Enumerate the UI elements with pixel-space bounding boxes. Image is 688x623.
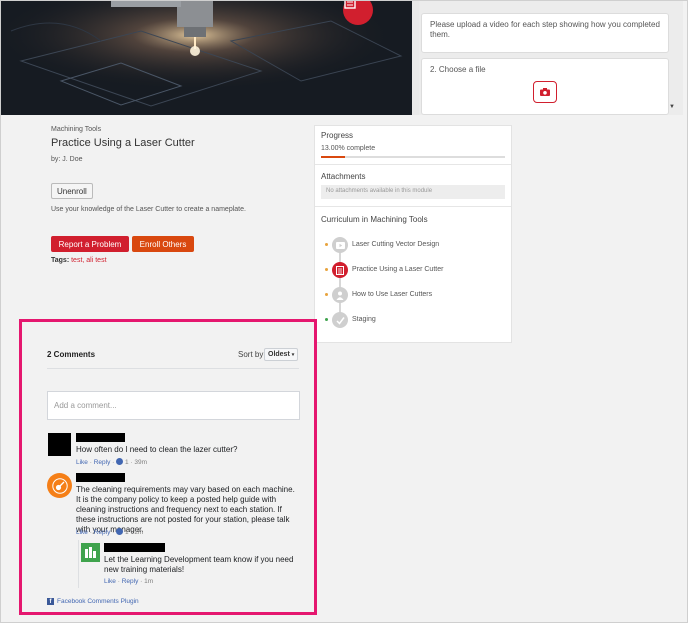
attachments-title: Attachments	[321, 172, 366, 181]
divider	[315, 206, 511, 207]
unenroll-button[interactable]: Unenroll	[51, 183, 93, 199]
reply-thread-line	[78, 540, 79, 588]
progress-text: 13.00% complete	[321, 145, 376, 152]
video-player[interactable]	[1, 1, 412, 115]
author-byline: by: J. Doe	[51, 156, 83, 163]
like-thumb-icon	[116, 458, 124, 465]
reply-link[interactable]: Reply	[122, 578, 139, 585]
report-problem-button[interactable]: Report a Problem	[51, 236, 129, 252]
chevron-down-icon: ▾	[291, 351, 295, 358]
status-dot	[325, 318, 328, 321]
progress-bar-fill	[321, 156, 345, 158]
avatar[interactable]	[81, 543, 100, 562]
tags-value[interactable]: test, ali test	[71, 257, 106, 264]
scroll-down-icon[interactable]: ▼	[669, 104, 675, 110]
module-sidebar: Progress 13.00% complete Attachments No …	[314, 125, 512, 343]
status-dot	[325, 268, 328, 271]
enroll-others-button[interactable]: Enroll Others	[132, 236, 194, 252]
status-dot	[325, 293, 328, 296]
like-link[interactable]: Like	[104, 578, 116, 585]
upload-instructions-text: Please upload a video for each step show…	[430, 20, 660, 39]
sort-value: Oldest	[268, 351, 290, 358]
like-link[interactable]: Like	[76, 529, 88, 536]
curriculum-item-label: Practice Using a Laser Cutter	[352, 266, 444, 273]
sort-label: Sort by	[238, 350, 264, 359]
reply-link[interactable]: Reply	[94, 529, 111, 536]
no-attachments-message: No attachments available in this module	[321, 185, 505, 199]
camera-upload-button[interactable]	[533, 81, 557, 103]
avatar[interactable]	[47, 473, 72, 498]
person-icon	[332, 287, 348, 303]
upload-instructions: Please upload a video for each step show…	[421, 13, 669, 53]
progress-bar	[321, 156, 505, 158]
curriculum-item[interactable]: How to Use Laser Cutters	[325, 286, 511, 304]
upload-panel: Please upload a video for each step show…	[419, 1, 683, 115]
check-icon	[332, 312, 348, 328]
video-divider	[412, 1, 419, 115]
progress-title: Progress	[321, 131, 354, 140]
document-icon	[344, 1, 356, 9]
comment-actions: Like · Reply · 1m	[104, 578, 154, 585]
curriculum-item-label: Laser Cutting Vector Design	[352, 241, 440, 248]
comment-text: How often do I need to clean the lazer c…	[76, 445, 238, 454]
like-link[interactable]: Like	[76, 459, 88, 466]
module-description: Use your knowledge of the Laser Cutter t…	[51, 206, 246, 213]
tags-label: Tags:	[51, 257, 70, 264]
facebook-icon: f	[47, 598, 54, 605]
breadcrumb[interactable]: Machining Tools	[51, 126, 101, 133]
page-title: Practice Using a Laser Cutter	[51, 137, 195, 149]
comment-actions: Like · Reply · 1 · 2m	[76, 528, 144, 536]
curriculum-item-label: Staging	[352, 316, 376, 323]
comment-text: Let the Learning Development team know i…	[104, 555, 294, 574]
comment-count: 2 Comments	[47, 350, 96, 359]
file-chooser-card: 2. Choose a file	[421, 58, 669, 115]
comment-input[interactable]: Add a comment...	[47, 391, 300, 420]
reply-link[interactable]: Reply	[94, 459, 111, 466]
comment-actions: Like · Reply · 1 · 39m	[76, 458, 147, 466]
curriculum-item-label: How to Use Laser Cutters	[352, 291, 433, 298]
document-icon	[332, 262, 348, 278]
redacted-name	[76, 473, 125, 482]
curriculum-title: Curriculum in Machining Tools	[321, 215, 428, 224]
avatar[interactable]	[48, 433, 71, 456]
plugin-label: Facebook Comments Plugin	[57, 598, 139, 605]
tags: Tags: test, ali test	[51, 257, 107, 264]
facebook-comments-plugin-link[interactable]: f Facebook Comments Plugin	[47, 598, 139, 605]
curriculum-item[interactable]: Laser Cutting Vector Design	[325, 236, 511, 254]
redacted-name	[76, 433, 125, 442]
building-icon	[85, 547, 96, 558]
sort-select[interactable]: Oldest ▾	[264, 348, 298, 361]
video-icon	[332, 237, 348, 253]
comment-time: 1m	[144, 578, 154, 585]
choose-file-label: 2. Choose a file	[430, 65, 486, 74]
like-count: 1	[124, 459, 129, 466]
guitar-icon	[51, 477, 68, 494]
divider	[315, 164, 511, 165]
curriculum-item[interactable]: Staging	[325, 311, 511, 329]
like-thumb-icon	[116, 528, 124, 535]
curriculum-item[interactable]: Practice Using a Laser Cutter	[325, 261, 511, 279]
comment-time: 2m	[134, 529, 144, 536]
divider	[47, 368, 299, 369]
redacted-name	[104, 543, 165, 552]
comment-time: 39m	[134, 459, 147, 466]
like-count: 1	[124, 529, 129, 536]
status-dot	[325, 243, 328, 246]
camera-icon	[540, 88, 550, 96]
